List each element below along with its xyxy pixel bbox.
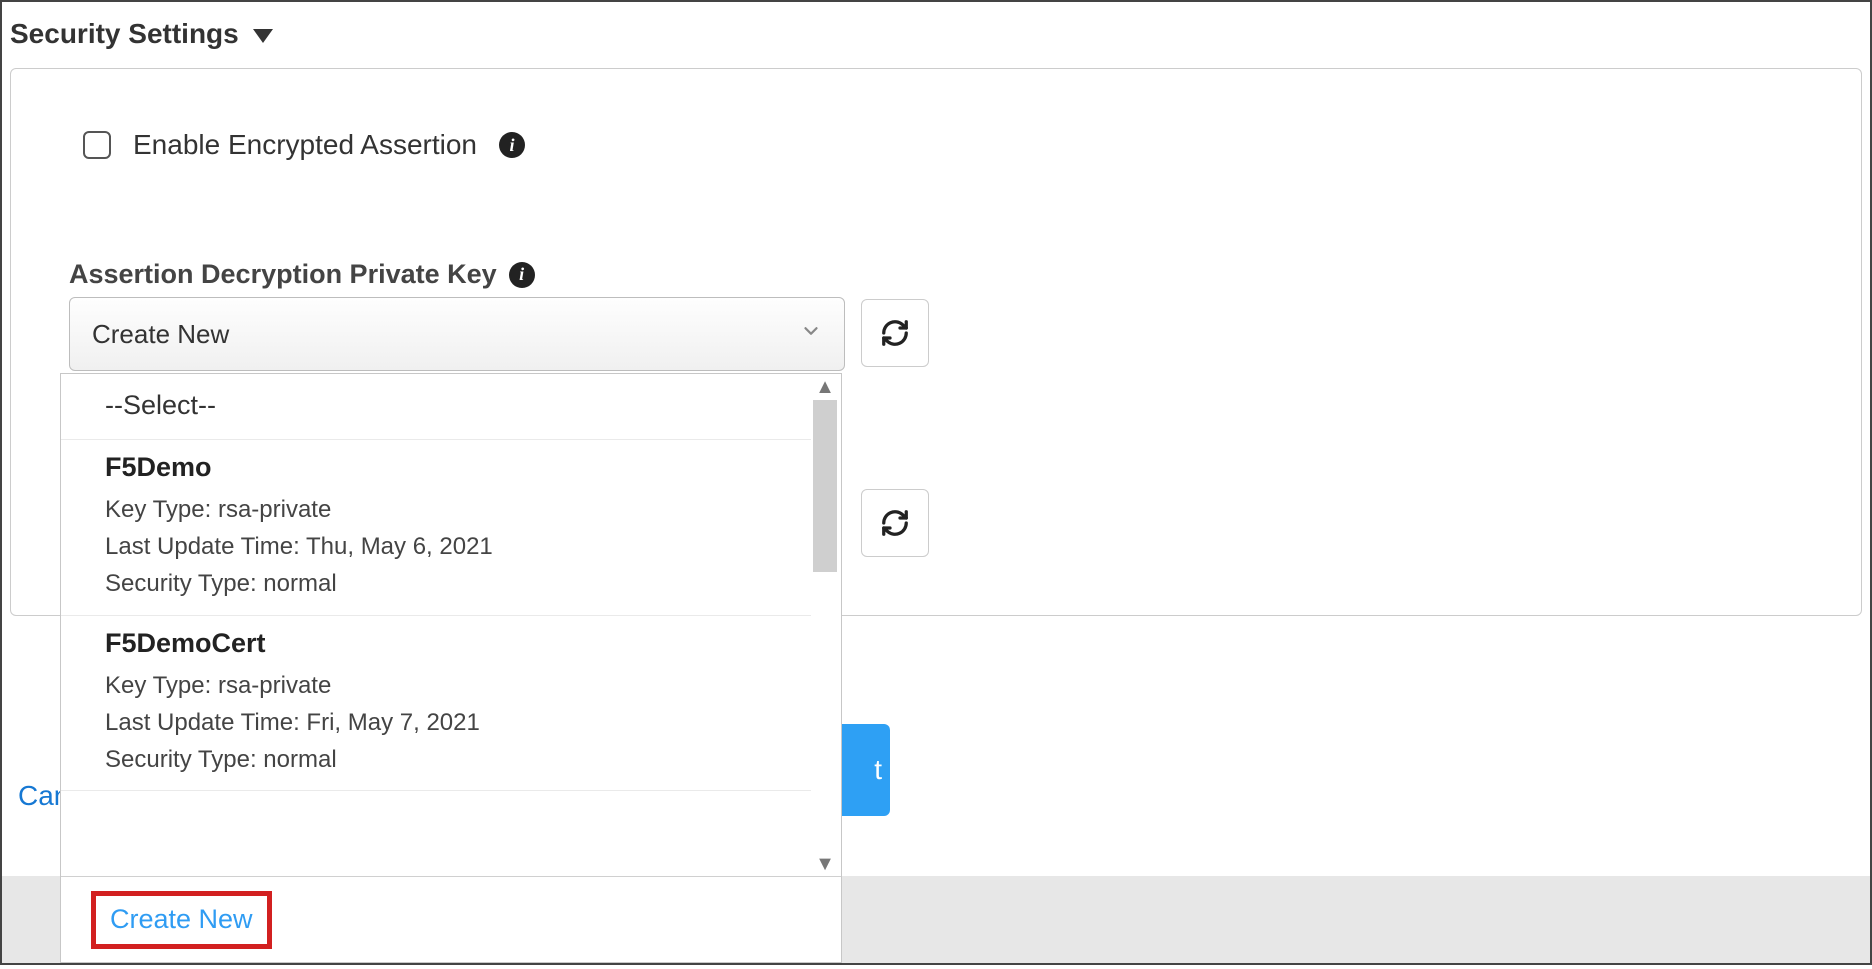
dropdown-item-securitytype: Security Type: normal — [105, 741, 769, 778]
dropdown-item-title: F5DemoCert — [105, 628, 769, 659]
select-value: Create New — [92, 319, 229, 350]
dropdown-item-lastupdate: Last Update Time: Thu, May 6, 2021 — [105, 528, 769, 565]
chevron-down-icon — [800, 320, 822, 348]
dropdown-footer: Create New — [61, 876, 841, 962]
dropdown-item-securitytype: Security Type: normal — [105, 565, 769, 602]
scrollbar[interactable]: ▲ ▼ — [811, 378, 839, 874]
dropdown-item[interactable]: F5Demo Key Type: rsa-private Last Update… — [61, 440, 811, 616]
info-icon[interactable]: i — [499, 132, 525, 158]
scroll-down-arrow-icon[interactable]: ▼ — [811, 853, 839, 876]
refresh-button[interactable] — [861, 299, 929, 367]
create-new-button[interactable]: Create New — [91, 891, 272, 949]
dropdown-placeholder[interactable]: --Select-- — [61, 374, 811, 440]
enable-encrypted-assertion-checkbox[interactable] — [83, 131, 111, 159]
dropdown-placeholder-label: --Select-- — [105, 390, 216, 420]
assertion-key-select[interactable]: Create New — [69, 297, 845, 371]
security-settings-header[interactable]: Security Settings — [10, 18, 273, 50]
next-button-label: t — [874, 754, 882, 786]
dropdown-item-title: F5Demo — [105, 452, 769, 483]
info-icon[interactable]: i — [509, 262, 535, 288]
dropdown-item-keytype: Key Type: rsa-private — [105, 491, 769, 528]
refresh-button[interactable] — [861, 489, 929, 557]
dropdown-item[interactable]: F5DemoCert Key Type: rsa-private Last Up… — [61, 616, 811, 792]
assertion-key-label-row: Assertion Decryption Private Key i — [69, 259, 535, 290]
enable-encrypted-assertion-row: Enable Encrypted Assertion i — [83, 129, 525, 161]
refresh-icon — [880, 508, 910, 538]
scroll-thumb[interactable] — [813, 400, 837, 572]
dropdown-item-lastupdate: Last Update Time: Fri, May 7, 2021 — [105, 704, 769, 741]
assertion-key-label: Assertion Decryption Private Key — [69, 259, 497, 290]
dropdown-item-title-partial — [105, 803, 769, 813]
enable-encrypted-assertion-label: Enable Encrypted Assertion — [133, 129, 477, 161]
refresh-icon — [880, 318, 910, 348]
assertion-key-dropdown: --Select-- F5Demo Key Type: rsa-private … — [60, 373, 842, 963]
scroll-up-arrow-icon[interactable]: ▲ — [811, 376, 839, 399]
section-title: Security Settings — [10, 18, 239, 50]
create-new-label: Create New — [110, 904, 253, 935]
next-button[interactable]: t — [834, 724, 890, 816]
dropdown-scroll-area[interactable]: --Select-- F5Demo Key Type: rsa-private … — [61, 374, 841, 878]
dropdown-item[interactable] — [61, 791, 811, 813]
caret-down-icon — [253, 29, 273, 43]
dropdown-item-keytype: Key Type: rsa-private — [105, 667, 769, 704]
